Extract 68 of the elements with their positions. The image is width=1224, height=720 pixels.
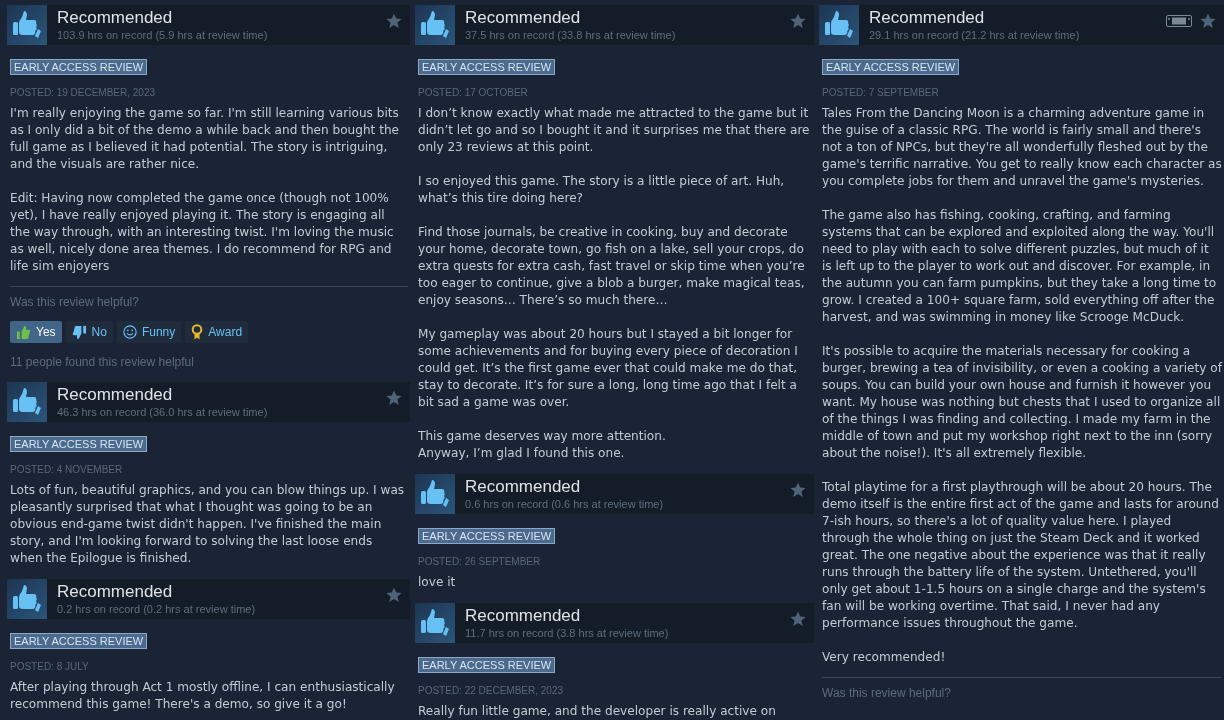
review-paragraph: Lots of fun, beautiful graphics, and you can blow things up. I was pleasantly surprised that what I thought was going to be an obvious end-game twist didn't happen. I've finished the main story, and I'm looking forward to solving the last loose ends when the Epilogue is finished. — [10, 482, 406, 567]
early-access-badge: EARLY ACCESS REVIEW — [418, 59, 556, 75]
helpful-question: Was this review helpful? — [822, 686, 952, 701]
posted-date: POSTED: 17 OCTOBER — [418, 86, 529, 99]
early-access-badge: EARLY ACCESS REVIEW — [418, 657, 556, 673]
posted-date: POSTED: 22 DECEMBER, 2023 — [418, 684, 565, 697]
early-access-badge: EARLY ACCESS REVIEW — [10, 436, 148, 452]
star-icon[interactable] — [386, 587, 402, 603]
early-access-badge: EARLY ACCESS REVIEW — [10, 633, 148, 649]
star-icon[interactable] — [790, 482, 806, 498]
review-paragraph: Find those journals, be creative in cooking, buy and decorate your home, decorate town, go fish on a lake, sell your crops, do extra quests for extra cash, fast travel or skip time when you’re too eager to continue, give a blob a burger, make magical teas, enjoy seasons… There’s so much there… — [418, 224, 806, 309]
smiley-icon — [122, 325, 137, 339]
thumbs-up-icon — [16, 324, 31, 340]
review-verdict: Recommended — [465, 8, 582, 28]
review-verdict: Recommended — [57, 385, 174, 405]
posted-date: POSTED: 26 SEPTEMBER — [418, 555, 542, 568]
playtime-text: 37.5 hrs on record (33.8 hrs at review time) — [465, 28, 677, 42]
review-paragraph: I don’t know exactly what made me attracted to the game but it didn’t let go and so I bought it and it surprises me that there are only 23 reviews at this point. — [418, 105, 811, 156]
review-paragraph: I'm really enjoying the game so far. I'm still learning various bits as I only did a bit of the demo a while back and then bought the full game as I believed it had potential. The story is intriguing, and the visuals are rather nice. — [10, 105, 401, 173]
review-verdict: Recommended — [869, 8, 986, 28]
review-verdict: Recommended — [465, 606, 582, 626]
review-paragraph: Total playtime for a first playthrough will be about 20 hours. The demo itself is the entire first act of the game and lasts for around 7-ish hours, so there's a lot of quality value here. I played through the whole thing on just the Steam Deck and it worked great. The one negative about the experience was that it really runs through the battery life of the system. Untethered, you'll only get about 1-1.5 hours on a single charge and the system's fan will be working overtime. That said, I never had any performance issues throughout the game. — [822, 479, 1220, 632]
thumbs-up-icon — [415, 5, 455, 45]
vote-button[interactable]: No — [65, 321, 113, 343]
early-access-badge: EARLY ACCESS REVIEW — [418, 528, 556, 544]
vote-button[interactable]: Award — [185, 321, 249, 343]
playtime-text: 0.6 hrs on record (0.6 hrs at review time) — [465, 497, 665, 511]
playtime-text: 0.2 hrs on record (0.2 hrs at review time) — [57, 602, 257, 616]
vote-button[interactable]: Yes — [10, 321, 62, 343]
review-paragraph: My gameplay was about 20 hours but I stayed a bit longer for some achievements and for buying every piece of decoration I could get. It’s the first game ever that could make me do that, stay to decorate. It’s for sure a long, long time ago that I felt a bit sad a game was over. — [418, 326, 799, 411]
thumbs-up-icon — [7, 382, 47, 422]
review-paragraph: Really fun little game, and the developer is really active on — [418, 703, 777, 720]
star-icon[interactable] — [1200, 13, 1216, 29]
star-icon[interactable] — [790, 611, 806, 627]
thumbs-up-icon — [415, 603, 455, 643]
review-paragraph: This game deserves way more attention. Anyway, I’m glad I found this one. — [418, 428, 667, 462]
review-verdict: Recommended — [465, 477, 582, 497]
star-icon[interactable] — [386, 390, 402, 406]
early-access-badge: EARLY ACCESS REVIEW — [822, 59, 960, 75]
playtime-text: 103.9 hrs on record (5.9 hrs at review time) — [57, 28, 269, 42]
helpful-question: Was this review helpful? — [10, 295, 140, 310]
review-verdict: Recommended — [57, 582, 174, 602]
review-paragraph: love it — [418, 574, 457, 591]
review-paragraph: The game also has fishing, cooking, crafting, and farming systems that can be explored and exploited along the way. You'll need to play with each to solve different puzzles, but much of it is left up to the player to work out and discover. For example, in the autumn you can farm pumpkins, but they take a long time to grow. I created a 100+ square farm, sold everything off after the harvest, and was swimming in money like Scrooge McDuck. — [822, 207, 1218, 326]
star-icon[interactable] — [790, 13, 806, 29]
star-icon[interactable] — [386, 13, 402, 29]
thumbs-down-icon — [71, 324, 87, 340]
review-paragraph: It's possible to acquire the materials necessary for cooking a burger, brewing a tea of invisibility, or even a cooking a variety of soups. You can build your own house and furnish it however you want. My house was nothing but chests that I used to organize all of the things I was finding and collecting. I made my farm in the middle of town and put my workshop right next to the inn (sorry about the noise!). It's all extremely flexible. — [822, 343, 1222, 462]
early-access-badge: EARLY ACCESS REVIEW — [10, 59, 148, 75]
posted-date: POSTED: 8 JULY — [10, 660, 90, 673]
thumbs-up-icon — [819, 5, 859, 45]
playtime-text: 11.7 hrs on record (3.8 hrs at review time) — [465, 626, 670, 640]
thumbs-up-icon — [7, 5, 47, 45]
vote-button[interactable]: Funny — [116, 321, 182, 343]
playtime-text: 29.1 hrs on record (21.2 hrs at review time) — [869, 28, 1081, 42]
review-paragraph: After playing through Act 1 mostly offline, I can enthusiastically recommend this game! There's a demo, so give it a go! — [10, 679, 396, 713]
posted-date: POSTED: 4 NOVEMBER — [10, 463, 124, 476]
review-paragraph: Tales From the Dancing Moon is a charming adventure game in the guise of a classic RPG. The world is fairly small and there's not a ton of NPCs, but they're all wonderfully fleshed out by the game's terrific narrative. You get to really know each character as you complete jobs for them and unravel the game's mysteries. — [822, 105, 1222, 190]
review-paragraph: Edit: Having now completed the game once (though not 100% yet), I have really enjoyed playing it. The story is engaging all the way through, with an interesting twist. I'm loving the music as well, nicely done area themes. I do recommend for RPG and life sim enjoyers — [10, 190, 395, 275]
playtime-text: 46.3 hrs on record (36.0 hrs at review time) — [57, 405, 269, 419]
posted-date: POSTED: 19 DECEMBER, 2023 — [10, 86, 157, 99]
review-paragraph: Very recommended! — [822, 649, 947, 666]
helpful-count: 11 people found this review helpful — [10, 355, 195, 370]
review-paragraph: I so enjoyed this game. The story is a little piece of art. Huh, what’s this tire doing here? — [418, 173, 786, 207]
thumbs-up-icon — [415, 474, 455, 514]
thumbs-up-icon — [7, 579, 47, 619]
award-ribbon-icon — [191, 324, 204, 340]
review-verdict: Recommended — [57, 8, 174, 28]
